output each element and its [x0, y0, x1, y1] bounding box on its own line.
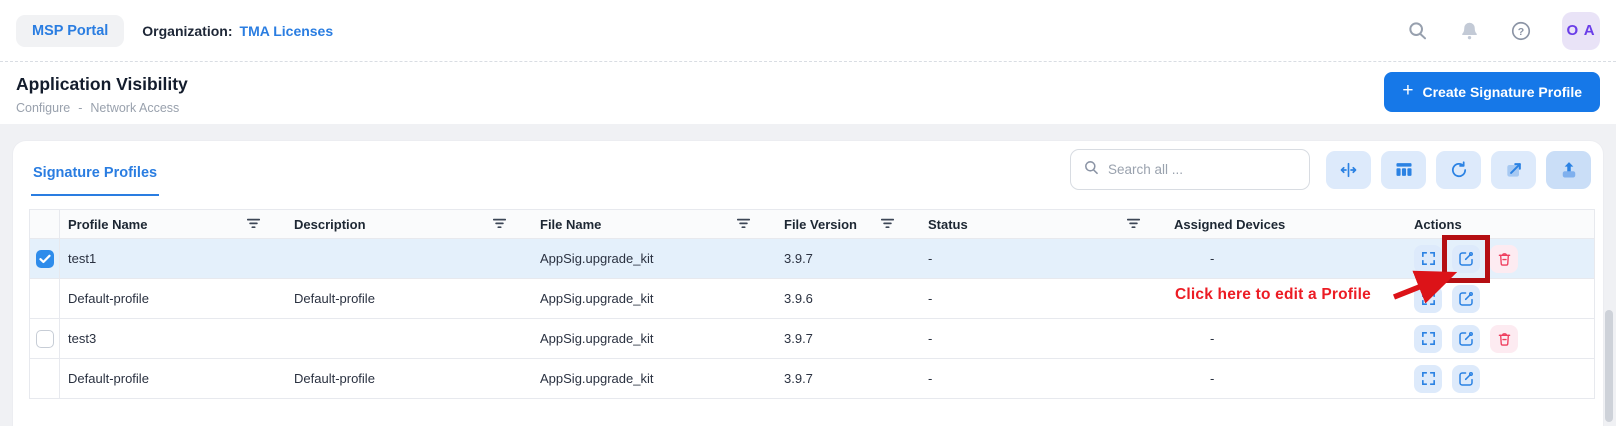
plus-icon: +: [1402, 80, 1413, 102]
cell-file-name: AppSig.upgrade_kit: [532, 291, 776, 306]
msp-portal-button[interactable]: MSP Portal: [16, 15, 124, 47]
delete-icon[interactable]: [1490, 245, 1518, 273]
expand-icon[interactable]: [1414, 365, 1442, 393]
cell-profile-name: Default-profile: [60, 371, 286, 386]
cell-status: -: [920, 331, 1166, 346]
vertical-scrollbar[interactable]: [1605, 310, 1613, 422]
breadcrumb-separator: -: [78, 101, 82, 115]
filter-icon[interactable]: [247, 217, 260, 232]
bell-icon[interactable]: [1458, 20, 1480, 42]
expand-icon[interactable]: [1414, 285, 1442, 313]
column-label: Description: [294, 217, 366, 232]
filter-icon[interactable]: [1127, 217, 1140, 232]
upload-icon[interactable]: [1546, 151, 1591, 189]
column-header[interactable]: File Version: [776, 217, 920, 232]
organization: Organization: TMA Licenses: [142, 23, 333, 39]
svg-text:?: ?: [1518, 25, 1524, 37]
expand-icon[interactable]: [1414, 245, 1442, 273]
tab-signature-profiles[interactable]: Signature Profiles: [31, 141, 159, 196]
help-icon[interactable]: ?: [1510, 20, 1532, 42]
cell-profile-name: test3: [60, 331, 286, 346]
organization-label: Organization:: [142, 23, 232, 39]
signature-profiles-card: Signature Profiles: [12, 140, 1604, 426]
column-label: File Name: [540, 217, 601, 232]
filter-icon[interactable]: [493, 217, 506, 232]
search-box[interactable]: [1070, 149, 1310, 190]
cell-status: -: [920, 251, 1166, 266]
table-header-row: Profile Name Description File Name File …: [29, 209, 1595, 239]
table-row[interactable]: test3 AppSig.upgrade_kit 3.9.7 - -: [29, 319, 1595, 359]
column-label: Profile Name: [68, 217, 147, 232]
column-label: Actions: [1414, 217, 1462, 232]
column-resize-icon[interactable]: [1326, 151, 1371, 189]
open-external-icon[interactable]: [1491, 151, 1536, 189]
table-body: test1 AppSig.upgrade_kit 3.9.7 - -: [29, 239, 1595, 399]
columns-icon[interactable]: [1381, 151, 1426, 189]
avatar[interactable]: O A: [1562, 12, 1600, 50]
search-input-icon: [1083, 159, 1100, 181]
column-header[interactable]: Description: [286, 217, 532, 232]
column-header[interactable]: Actions: [1406, 217, 1594, 232]
column-label: Status: [928, 217, 968, 232]
main-content: Signature Profiles: [0, 124, 1616, 426]
column-label: File Version: [784, 217, 857, 232]
column-header[interactable]: Profile Name: [60, 217, 286, 232]
column-header[interactable]: Status: [920, 217, 1166, 232]
cell-file-version: 3.9.7: [776, 251, 920, 266]
cell-status: -: [920, 291, 1166, 306]
delete-icon[interactable]: [1490, 325, 1518, 353]
filter-icon[interactable]: [737, 217, 750, 232]
header-checkbox-column: [30, 210, 60, 238]
topbar: MSP Portal Organization: TMA Licenses ? …: [0, 0, 1616, 62]
cell-actions: [1406, 245, 1594, 273]
table-row[interactable]: test1 AppSig.upgrade_kit 3.9.7 - -: [29, 239, 1595, 279]
cell-assigned-devices: -: [1166, 371, 1406, 386]
breadcrumb-configure[interactable]: Configure: [16, 101, 70, 115]
expand-icon[interactable]: [1414, 325, 1442, 353]
cell-assigned-devices: -: [1166, 331, 1406, 346]
signature-profiles-table: Profile Name Description File Name File …: [29, 209, 1595, 399]
filter-icon[interactable]: [881, 217, 894, 232]
edit-icon[interactable]: [1452, 365, 1480, 393]
cell-actions: [1406, 285, 1594, 313]
breadcrumb: Configure - Network Access: [16, 101, 188, 115]
cell-file-version: 3.9.7: [776, 331, 920, 346]
create-button-label: Create Signature Profile: [1423, 84, 1583, 100]
cell-file-name: AppSig.upgrade_kit: [532, 371, 776, 386]
row-checkbox[interactable]: [36, 330, 54, 348]
organization-value-link[interactable]: TMA Licenses: [240, 23, 334, 39]
cell-file-name: AppSig.upgrade_kit: [532, 331, 776, 346]
row-checkbox[interactable]: [36, 250, 54, 268]
table-row[interactable]: Default-profile Default-profile AppSig.u…: [29, 359, 1595, 399]
page-title: Application Visibility: [16, 74, 188, 95]
breadcrumb-network-access[interactable]: Network Access: [90, 101, 179, 115]
cell-profile-name: Default-profile: [60, 291, 286, 306]
column-label: Assigned Devices: [1174, 217, 1285, 232]
cell-file-version: 3.9.6: [776, 291, 920, 306]
edit-icon[interactable]: [1452, 245, 1480, 273]
cell-assigned-devices: -: [1166, 251, 1406, 266]
table-row[interactable]: Default-profile Default-profile AppSig.u…: [29, 279, 1595, 319]
create-signature-profile-button[interactable]: + Create Signature Profile: [1384, 72, 1600, 112]
column-header[interactable]: Assigned Devices: [1166, 217, 1406, 232]
cell-actions: [1406, 365, 1594, 393]
edit-icon[interactable]: [1452, 325, 1480, 353]
search-icon[interactable]: [1406, 20, 1428, 42]
cell-status: -: [920, 371, 1166, 386]
cell-file-name: AppSig.upgrade_kit: [532, 251, 776, 266]
refresh-icon[interactable]: [1436, 151, 1481, 189]
page-header: Application Visibility Configure - Netwo…: [0, 62, 1616, 124]
cell-file-version: 3.9.7: [776, 371, 920, 386]
cell-profile-name: test1: [60, 251, 286, 266]
cell-description: Default-profile: [286, 371, 532, 386]
search-input[interactable]: [1108, 162, 1297, 177]
edit-icon[interactable]: [1452, 285, 1480, 313]
cell-description: Default-profile: [286, 291, 532, 306]
column-header[interactable]: File Name: [532, 217, 776, 232]
cell-actions: [1406, 325, 1594, 353]
